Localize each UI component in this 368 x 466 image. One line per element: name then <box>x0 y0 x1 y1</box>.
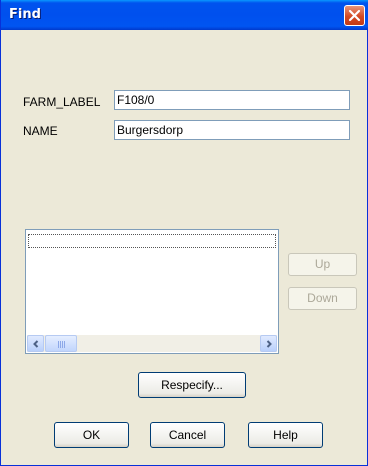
find-dialog: Find FARM_LABEL F108/0 NAME Burgersdorp <box>0 0 368 466</box>
close-button[interactable] <box>344 5 365 26</box>
down-button[interactable]: Down <box>288 287 357 310</box>
title-bar[interactable]: Find <box>1 0 368 30</box>
name-field[interactable]: Burgersdorp <box>114 120 350 140</box>
chevron-right-icon <box>266 340 272 348</box>
scroll-left-button[interactable] <box>27 335 44 352</box>
close-icon <box>348 9 361 22</box>
window-title: Find <box>9 7 41 22</box>
respecify-button[interactable]: Respecify... <box>138 372 246 398</box>
scroll-right-button[interactable] <box>260 335 277 352</box>
chevron-left-icon <box>33 340 39 348</box>
results-list[interactable] <box>25 229 279 354</box>
help-button[interactable]: Help <box>248 422 323 448</box>
name-label: NAME <box>23 124 58 138</box>
farm-label-field[interactable]: F108/0 <box>114 90 350 110</box>
up-button[interactable]: Up <box>288 253 357 276</box>
scroll-thumb[interactable] <box>45 335 77 352</box>
horizontal-scrollbar[interactable] <box>27 335 277 352</box>
cancel-button[interactable]: Cancel <box>150 422 225 448</box>
ok-button[interactable]: OK <box>54 422 129 448</box>
list-item[interactable] <box>28 234 276 248</box>
farm-label-label: FARM_LABEL <box>23 95 101 109</box>
